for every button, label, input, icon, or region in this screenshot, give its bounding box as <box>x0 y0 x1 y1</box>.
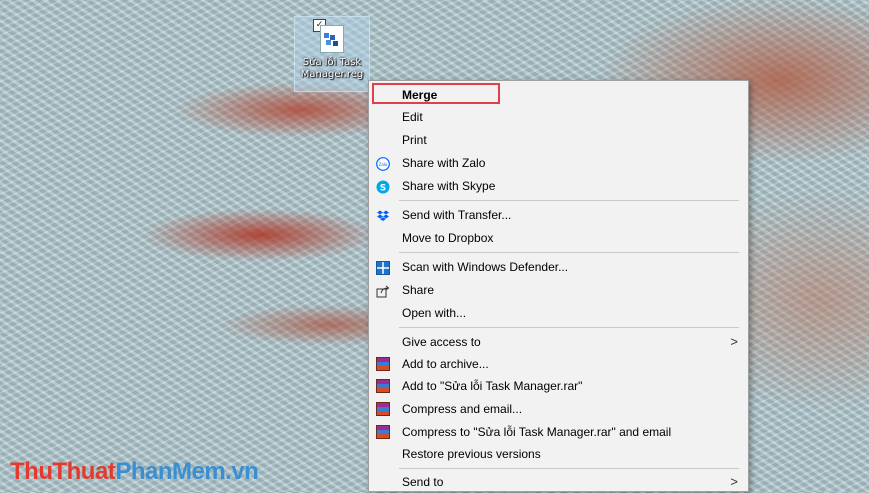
watermark-logo: ThuThuatPhanMem.vn <box>10 458 259 486</box>
menu-item-label: Share with Zalo <box>402 156 486 170</box>
chevron-right-icon: > <box>730 474 738 489</box>
menu-item-add-to-archive[interactable]: Add to archive... <box>369 353 748 375</box>
winrar-icon <box>376 425 390 439</box>
menu-item-compress-to-rar-and-email[interactable]: Compress to "Sửa lỗi Task Manager.rar" a… <box>369 421 748 443</box>
zalo-icon: Zalo <box>376 156 390 171</box>
file-label-line2: Manager.reg <box>300 69 364 80</box>
menu-item-edit[interactable]: Edit <box>369 106 748 128</box>
menu-item-merge[interactable]: Merge <box>369 84 748 106</box>
menu-item-label: Restore previous versions <box>402 447 541 461</box>
chevron-right-icon: > <box>730 334 738 349</box>
menu-item-label: Give access to <box>402 335 481 349</box>
winrar-icon <box>376 357 390 371</box>
menu-item-label: Compress to "Sửa lỗi Task Manager.rar" a… <box>402 425 672 439</box>
menu-item-label: Edit <box>402 110 423 124</box>
menu-separator <box>399 327 739 328</box>
menu-item-label: Send to <box>402 475 444 489</box>
menu-item-label: Send with Transfer... <box>402 208 512 222</box>
menu-separator <box>399 252 739 253</box>
menu-separator <box>399 468 739 469</box>
menu-item-restore-previous-versions[interactable]: Restore previous versions <box>369 443 748 465</box>
menu-item-label: Compress and email... <box>402 402 523 416</box>
menu-item-give-access-to[interactable]: Give access to > <box>369 331 748 353</box>
watermark-part1: ThuThuat <box>10 458 116 485</box>
desktop-file-label: Sửa lỗi Task Manager.reg <box>301 57 364 81</box>
defender-icon <box>376 260 390 275</box>
menu-item-print[interactable]: Print <box>369 129 748 151</box>
menu-item-label: Move to Dropbox <box>402 231 494 245</box>
menu-item-share[interactable]: Share <box>369 279 748 301</box>
menu-item-share-with-zalo[interactable]: Zalo Share with Zalo <box>369 152 748 174</box>
menu-item-send-to[interactable]: Send to > <box>369 471 748 493</box>
menu-item-label: Open with... <box>402 306 467 320</box>
context-menu: Merge Edit Print Zalo Share with Zalo S … <box>368 80 749 492</box>
menu-item-label: Share with Skype <box>402 179 496 193</box>
menu-item-label: Add to "Sửa lỗi Task Manager.rar" <box>402 379 583 393</box>
menu-item-share-with-skype[interactable]: S Share with Skype <box>369 175 748 197</box>
dropbox-icon <box>376 208 390 222</box>
menu-item-label: Share <box>402 283 435 297</box>
menu-item-compress-and-email[interactable]: Compress and email... <box>369 398 748 420</box>
menu-item-label: Merge <box>402 88 438 102</box>
menu-item-add-to-rar[interactable]: Add to "Sửa lỗi Task Manager.rar" <box>369 375 748 397</box>
menu-item-move-to-dropbox[interactable]: Move to Dropbox <box>369 227 748 249</box>
menu-item-send-with-transfer[interactable]: Send with Transfer... <box>369 204 748 226</box>
menu-item-label: Scan with Windows Defender... <box>402 260 569 274</box>
menu-separator <box>399 200 739 201</box>
svg-text:Zalo: Zalo <box>379 162 388 167</box>
file-label-line1: Sửa lỗi Task <box>302 57 362 68</box>
svg-text:S: S <box>380 184 386 194</box>
watermark-part2: PhanMem.vn <box>115 458 259 485</box>
skype-icon: S <box>376 179 390 194</box>
registry-file-icon <box>320 25 344 53</box>
desktop-file-icon[interactable]: ✓ Sửa lỗi Task Manager.reg <box>294 16 370 92</box>
menu-item-scan-with-windows-defender[interactable]: Scan with Windows Defender... <box>369 256 748 278</box>
menu-item-label: Add to archive... <box>402 357 489 371</box>
winrar-icon <box>376 379 390 393</box>
share-icon <box>376 283 390 298</box>
winrar-icon <box>376 402 390 416</box>
menu-item-open-with[interactable]: Open with... <box>369 302 748 324</box>
menu-item-label: Print <box>402 133 427 147</box>
